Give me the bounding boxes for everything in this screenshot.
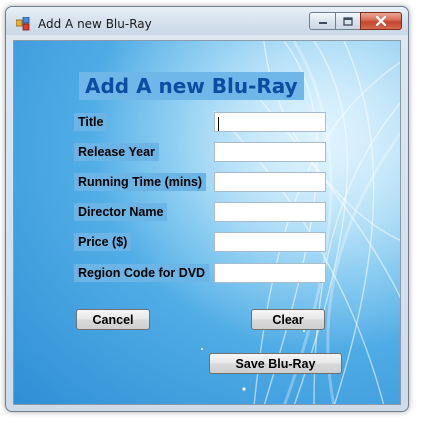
minimize-button[interactable] [309,12,335,30]
director-name-label: Director Name [74,203,168,221]
running-time-label: Running Time (mins) [74,173,207,191]
title-bar[interactable]: Add A new Blu-Ray [6,7,408,35]
maximize-button[interactable] [335,12,360,30]
title-input[interactable] [214,112,326,132]
running-time-input[interactable] [214,172,326,192]
region-code-label: Region Code for DVD [74,264,210,282]
form-client-area: Add A new Blu-Ray Title Release Year Run… [13,40,401,405]
app-window: Add A new Blu-Ray Add A new Blu-Ray Titl… [5,6,409,412]
text-caret [218,117,219,131]
form-heading: Add A new Blu-Ray [79,72,304,100]
close-icon [375,16,387,26]
maximize-icon [343,16,353,26]
director-name-input[interactable] [214,202,326,222]
clear-button[interactable]: Clear [251,309,325,330]
release-year-input[interactable] [214,142,326,162]
price-input[interactable] [214,232,326,252]
caption-buttons [309,12,402,30]
release-year-label: Release Year [74,143,159,161]
price-label: Price ($) [74,233,132,251]
window-title: Add A new Blu-Ray [38,17,152,31]
cancel-button[interactable]: Cancel [76,309,150,330]
region-code-input[interactable] [214,263,326,283]
save-blu-ray-button[interactable]: Save Blu-Ray [209,353,342,374]
title-label: Title [74,113,108,131]
minimize-icon [318,22,327,24]
app-form-icon [15,16,30,31]
close-button[interactable] [360,12,402,30]
